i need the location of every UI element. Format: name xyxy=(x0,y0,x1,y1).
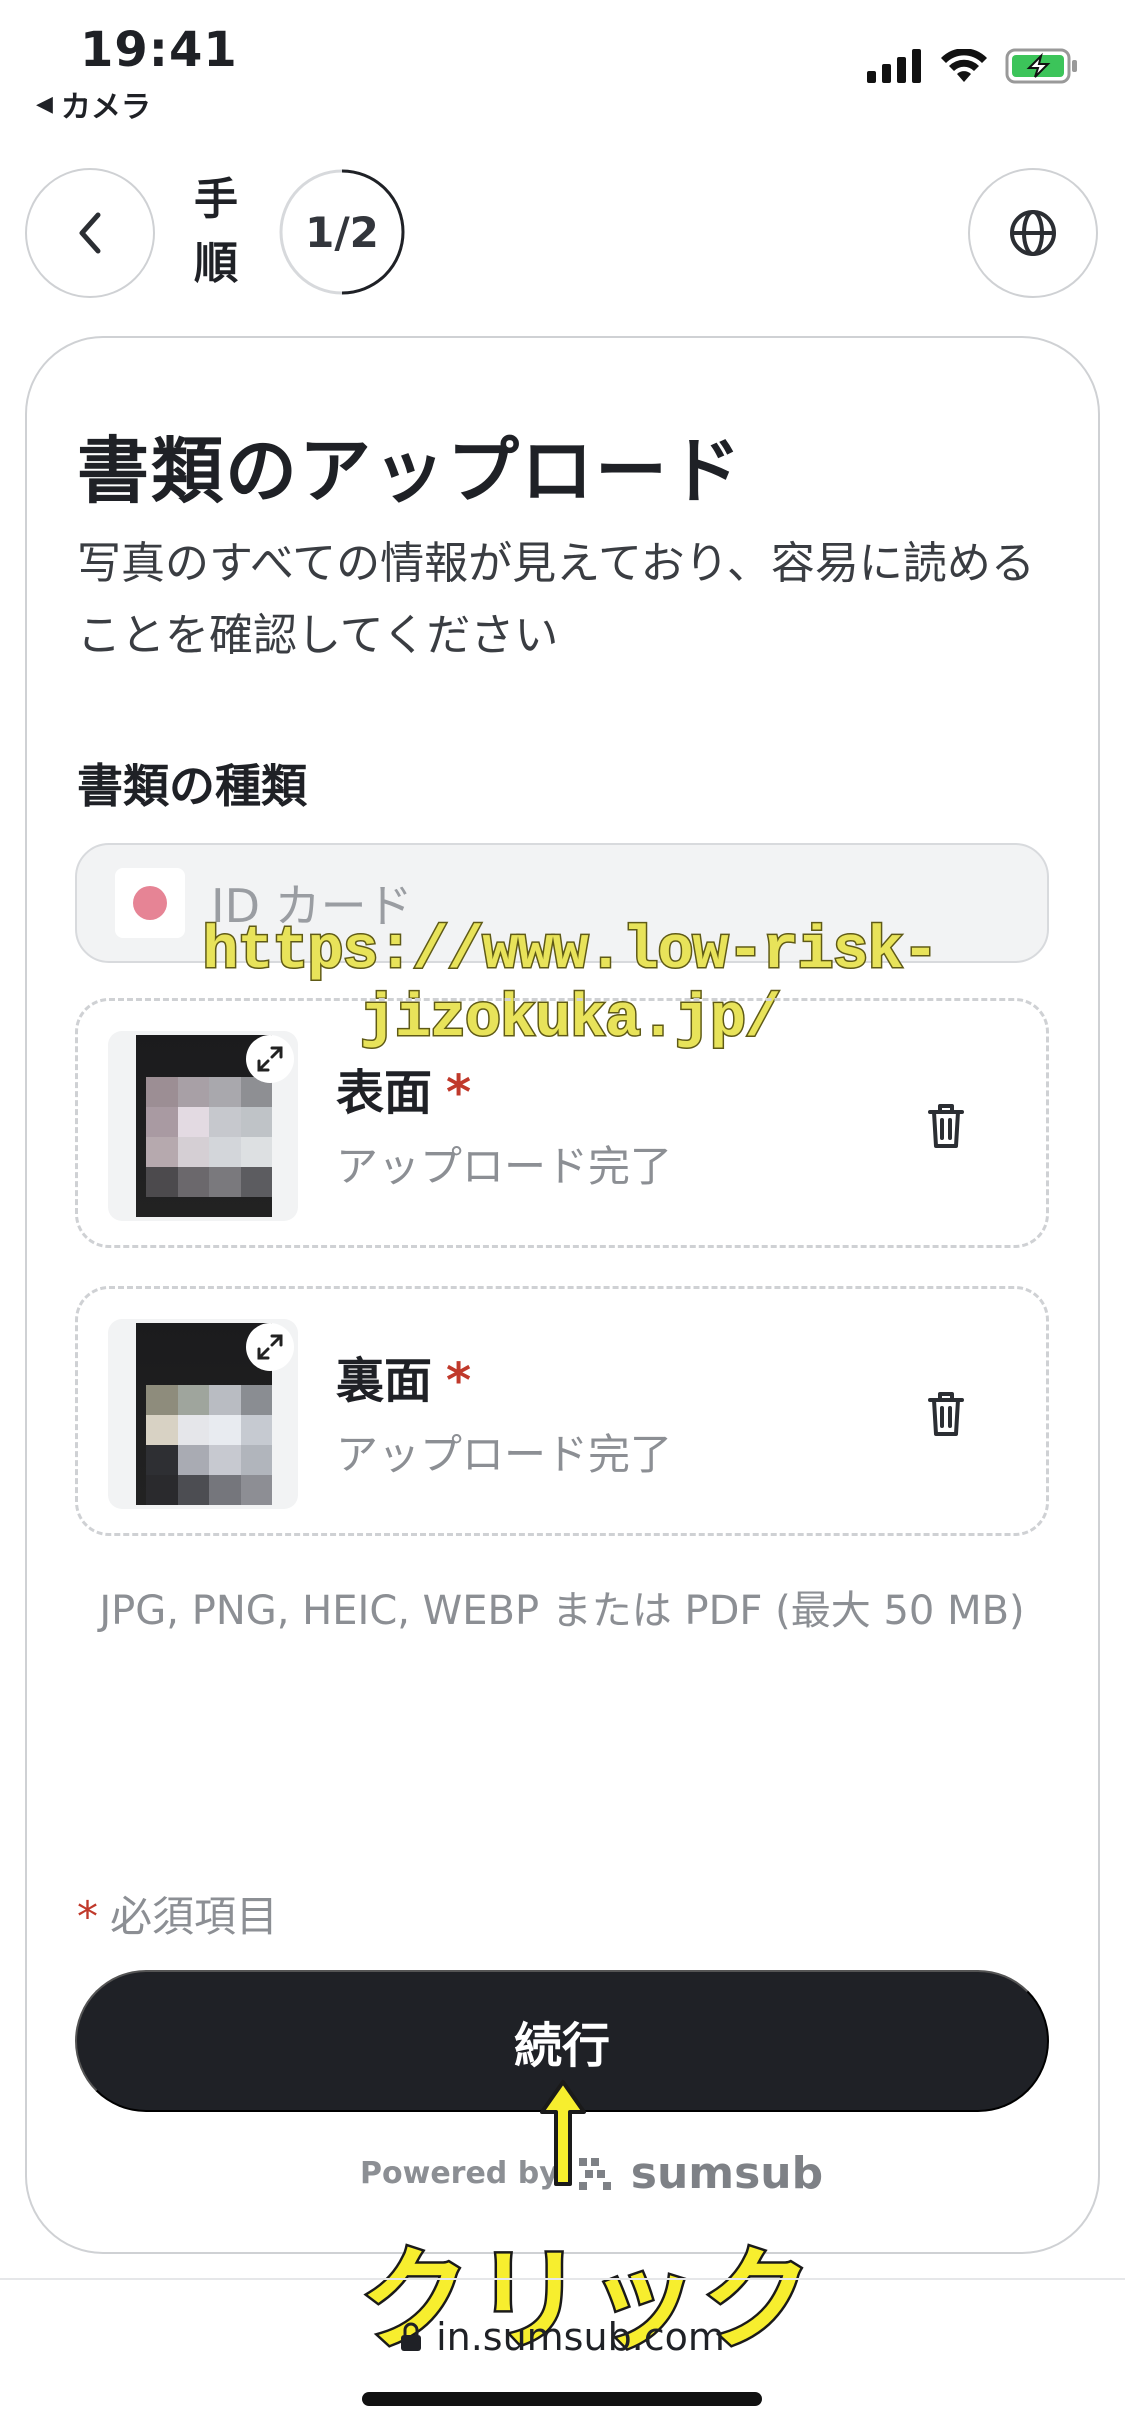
back-label: 裏面 xyxy=(336,1353,433,1409)
annotation-arrow-icon xyxy=(540,2080,586,2186)
required-note: * 必須項目 xyxy=(77,1883,278,1944)
chevron-left-icon xyxy=(79,212,101,254)
required-note-text: 必須項目 xyxy=(110,1892,279,1941)
upload-name-front: 表面 * xyxy=(336,1053,471,1123)
divider xyxy=(0,2278,1125,2280)
powered-by: Powered by sumsub xyxy=(360,2148,823,2199)
home-indicator[interactable] xyxy=(362,2392,762,2406)
trash-icon[interactable] xyxy=(916,1384,976,1444)
step-progress-ring: 1/2 xyxy=(278,168,406,296)
expand-icon[interactable] xyxy=(246,1323,294,1371)
page-title: 書類のアップロード xyxy=(77,429,744,513)
sumsub-brand: sumsub xyxy=(630,2148,824,2199)
back-button[interactable] xyxy=(25,168,155,298)
battery-charging-icon xyxy=(1005,48,1077,84)
back-triangle-icon: ◀ xyxy=(36,91,53,117)
required-note-mark: * xyxy=(77,1892,98,1941)
upload-status-back: アップロード完了 xyxy=(336,1430,673,1479)
url-bar[interactable]: in.sumsub.com xyxy=(0,2315,1125,2359)
doc-type-label: 書類の種類 xyxy=(77,759,307,813)
step-label: 手順 xyxy=(194,174,238,289)
wifi-icon xyxy=(941,49,987,82)
required-mark: * xyxy=(446,1353,472,1409)
required-mark: * xyxy=(446,1065,472,1121)
cellular-signal-icon xyxy=(867,49,921,83)
status-time: 19:41 xyxy=(80,22,238,78)
file-format-hint: JPG, PNG, HEIC, WEBP または PDF (最大 50 MB) xyxy=(99,1588,1025,1634)
back-app-label: カメラ xyxy=(60,90,151,125)
expand-icon[interactable] xyxy=(246,1035,294,1083)
language-button[interactable] xyxy=(968,168,1098,298)
page-description: 写真のすべての情報が見えており、容易に読めることを確認してください xyxy=(77,538,1035,661)
upload-item-front: 表面 * アップロード完了 xyxy=(75,998,1049,1248)
url-text: in.sumsub.com xyxy=(436,2315,725,2359)
status-icons xyxy=(867,48,1079,84)
trash-icon[interactable] xyxy=(916,1096,976,1156)
upload-name-back: 裏面 * xyxy=(336,1341,471,1411)
step-counter: 1/2 xyxy=(305,207,379,257)
powered-by-text: Powered by xyxy=(360,2156,559,2191)
front-label: 表面 xyxy=(336,1065,433,1121)
globe-icon xyxy=(1010,210,1056,256)
upload-item-back: 裏面 * アップロード完了 xyxy=(75,1286,1049,1536)
lock-icon xyxy=(401,2322,422,2351)
upload-status-front: アップロード完了 xyxy=(336,1142,673,1191)
back-to-app-link[interactable]: ◀ カメラ xyxy=(36,82,151,126)
